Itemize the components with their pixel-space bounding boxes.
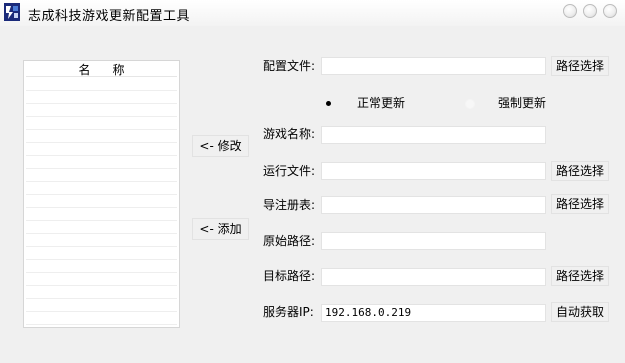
maximize-button[interactable] <box>583 4 597 18</box>
run-file-field[interactable] <box>321 162 546 180</box>
server-ip-label: 服务器IP: <box>263 305 314 319</box>
list-rows-area[interactable] <box>26 78 177 325</box>
window-title: 志成科技游戏更新配置工具 <box>28 9 191 24</box>
registry-browse-button[interactable]: 路径选择 <box>551 194 609 214</box>
game-name-field[interactable] <box>321 126 546 144</box>
modify-button[interactable]: <- 修改 <box>192 135 249 157</box>
game-list[interactable]: 名称 <box>23 60 180 328</box>
app-logo-icon <box>4 3 20 21</box>
server-ip-field[interactable]: 192.168.0.219 <box>321 304 546 322</box>
normal-update-radio[interactable] <box>326 101 331 106</box>
title-bar[interactable]: 志成科技游戏更新配置工具 <box>0 0 625 26</box>
run-file-label: 运行文件: <box>263 164 316 178</box>
minimize-button[interactable] <box>563 4 577 18</box>
config-file-label: 配置文件: <box>263 59 316 73</box>
target-path-field[interactable] <box>321 268 546 286</box>
forced-update-radio[interactable] <box>465 99 475 109</box>
registry-label: 导注册表: <box>263 198 316 212</box>
target-path-browse-button[interactable]: 路径选择 <box>551 266 609 286</box>
registry-field[interactable] <box>321 196 546 214</box>
list-column-header[interactable]: 名称 <box>26 63 177 77</box>
game-name-label: 游戏名称: <box>263 127 316 141</box>
forced-update-label: 强制更新 <box>498 96 547 110</box>
auto-get-button[interactable]: 自动获取 <box>551 302 609 322</box>
add-button[interactable]: <- 添加 <box>192 218 249 240</box>
normal-update-label: 正常更新 <box>357 96 406 110</box>
close-button[interactable] <box>603 4 617 18</box>
target-path-label: 目标路径: <box>263 269 316 283</box>
config-file-browse-button[interactable]: 路径选择 <box>551 56 609 76</box>
source-path-label: 原始路径: <box>263 234 316 248</box>
config-file-field[interactable] <box>321 57 546 75</box>
run-file-browse-button[interactable]: 路径选择 <box>551 161 609 181</box>
source-path-field[interactable] <box>321 232 546 250</box>
